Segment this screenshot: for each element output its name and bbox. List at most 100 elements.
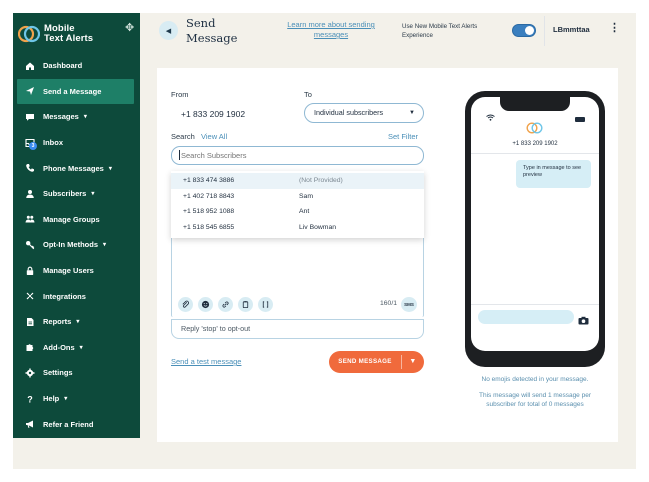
preview-phone-number: +1 833 209 1902 [512, 141, 558, 147]
gear-icon [24, 367, 35, 378]
merge-field-button[interactable] [258, 297, 273, 312]
sidebar-item-help[interactable]: ? Help ▾ [13, 386, 140, 412]
clipboard-icon [242, 301, 249, 309]
megaphone-icon [24, 419, 35, 430]
sidebar-item-subscribers[interactable]: Subscribers ▾ [13, 181, 140, 207]
chevron-down-icon: ▾ [103, 242, 107, 249]
to-select[interactable]: Individual subscribers ▼ [304, 103, 424, 123]
template-button[interactable] [238, 297, 253, 312]
sidebar-item-settings[interactable]: Settings [13, 360, 140, 386]
subscriber-phone: +1 518 952 1088 [183, 208, 235, 215]
subscriber-option[interactable]: +1 518 545 6855 Liv Bowman [171, 220, 424, 236]
sidebar-item-inbox[interactable]: Inbox 3 [13, 130, 140, 156]
sidebar-item-label: Send a Message [43, 86, 102, 96]
phone-icon [24, 163, 35, 174]
sidebar-item-label: Help [43, 394, 60, 404]
from-label: From [171, 90, 189, 99]
subscriber-option[interactable]: +1 518 952 1088 Ant [171, 204, 424, 220]
toggle-knob [525, 26, 534, 35]
button-divider [401, 355, 402, 369]
emoji-icon [201, 300, 210, 309]
logo-icon [18, 25, 40, 43]
chevron-down-icon: ▾ [91, 191, 95, 198]
paperclip-icon [182, 300, 189, 308]
subscriber-option[interactable]: +1 833 474 3886 (Not Provided) [171, 173, 424, 189]
move-icon[interactable]: ✥ [125, 23, 136, 34]
chevron-down-icon: ▾ [83, 114, 87, 121]
subscriber-name: Sam [299, 192, 313, 200]
subscriber-option[interactable]: +1 402 718 8843 Sam [171, 189, 424, 205]
sidebar-item-label: Add-Ons [43, 342, 75, 352]
sidebar-item-label: Refer a Friend [43, 419, 94, 429]
attachment-button[interactable] [178, 297, 193, 312]
camera-icon [578, 312, 589, 325]
header-divider [544, 16, 545, 46]
to-label: To [304, 90, 312, 99]
search-subscribers-input[interactable] [171, 146, 424, 165]
link-icon [222, 301, 229, 308]
send-icon [24, 86, 35, 97]
sidebar-item-integrations[interactable]: Integrations [13, 283, 140, 309]
sidebar-item-label: Settings [43, 368, 73, 378]
text-cursor [179, 150, 180, 160]
sidebar-item-label: Manage Users [43, 266, 94, 276]
chevron-down-icon: ▾ [108, 165, 112, 172]
home-icon [24, 60, 35, 71]
sms-badge: SMS [401, 297, 417, 312]
link-button[interactable] [218, 297, 233, 312]
subscriber-dropdown: +1 833 474 3886 (Not Provided) +1 402 718 … [171, 171, 424, 238]
subscriber-name: Liv Bowman [299, 223, 337, 231]
report-icon [24, 316, 35, 327]
set-filter-link[interactable]: Set Filter [388, 132, 418, 141]
emoji-note: No emojis detected in your message. [481, 376, 589, 383]
sidebar-item-phone-messages[interactable]: Phone Messages ▾ [13, 155, 140, 181]
back-button[interactable]: ◀ [159, 21, 178, 40]
sidebar-item-opt-in-methods[interactable]: Opt-In Methods ▾ [13, 232, 140, 258]
sidebar-item-dashboard[interactable]: Dashboard [13, 53, 140, 79]
more-menu-icon[interactable]: ⋮ [609, 23, 620, 34]
phone-notch [500, 97, 570, 111]
sidebar-nav: Dashboard Send a Message Messages ▾ Inbox 3 Ph… [13, 53, 140, 437]
logo-icon [526, 122, 543, 134]
send-message-button[interactable]: SEND MESSAGE ▼ [329, 351, 424, 373]
sidebar-item-reports[interactable]: Reports ▾ [13, 309, 140, 335]
chevron-down-icon: ▾ [64, 396, 68, 403]
brand[interactable]: Mobile Text Alerts ✥ [18, 19, 138, 49]
group-icon [24, 214, 35, 225]
chevron-left-icon: ◀ [165, 27, 172, 35]
sidebar-item-label: Dashboard [43, 61, 83, 71]
key-icon [24, 239, 35, 250]
sidebar-item-manage-groups[interactable]: Manage Groups [13, 207, 140, 233]
subscriber-phone: +1 518 545 6855 [183, 223, 235, 231]
new-experience-toggle[interactable] [512, 24, 536, 37]
user-icon [24, 188, 35, 199]
view-all-link[interactable]: View All [201, 132, 227, 141]
puzzle-icon [24, 342, 35, 353]
subscriber-name: Ant [299, 208, 310, 215]
message-count-note: This message will send 1 message per sub… [479, 392, 591, 408]
chevron-down-icon: ▼ [409, 110, 415, 116]
sidebar-item-manage-users[interactable]: Manage Users [13, 258, 140, 284]
sidebar-item-send-a-message[interactable]: Send a Message [17, 78, 134, 105]
inbox-count-badge: 3 [29, 141, 37, 150]
svg-text:?: ? [27, 394, 33, 404]
sidebar-item-refer-a-friend[interactable]: Refer a Friend [13, 411, 140, 437]
sidebar-item-label: Manage Groups [43, 214, 100, 224]
chevron-down-icon[interactable]: ▼ [403, 351, 423, 373]
sidebar-item-label: Inbox [43, 138, 63, 148]
to-select-value: Individual subscribers [314, 108, 384, 117]
sidebar-item-label: Integrations [43, 291, 86, 301]
sidebar-item-add-ons[interactable]: Add-Ons ▾ [13, 335, 140, 361]
from-number: +1 833 209 1902 [181, 109, 246, 119]
sidebar-item-messages[interactable]: Messages ▾ [13, 104, 140, 130]
sidebar-item-label: Phone Messages [43, 163, 104, 173]
message-toolbar [178, 297, 273, 312]
emoji-button[interactable] [198, 297, 213, 312]
chevron-down-icon: ▾ [79, 344, 83, 351]
username[interactable]: LBmmttaa [553, 25, 590, 34]
send-test-message-link[interactable]: Send a test message [171, 357, 241, 366]
optout-footer: Reply 'stop' to opt-out [171, 319, 424, 339]
preview-compose-field [478, 310, 574, 324]
learn-more-link[interactable]: Learn more about sending messages [277, 20, 385, 40]
subscriber-phone: +1 833 474 3886 [183, 177, 235, 184]
